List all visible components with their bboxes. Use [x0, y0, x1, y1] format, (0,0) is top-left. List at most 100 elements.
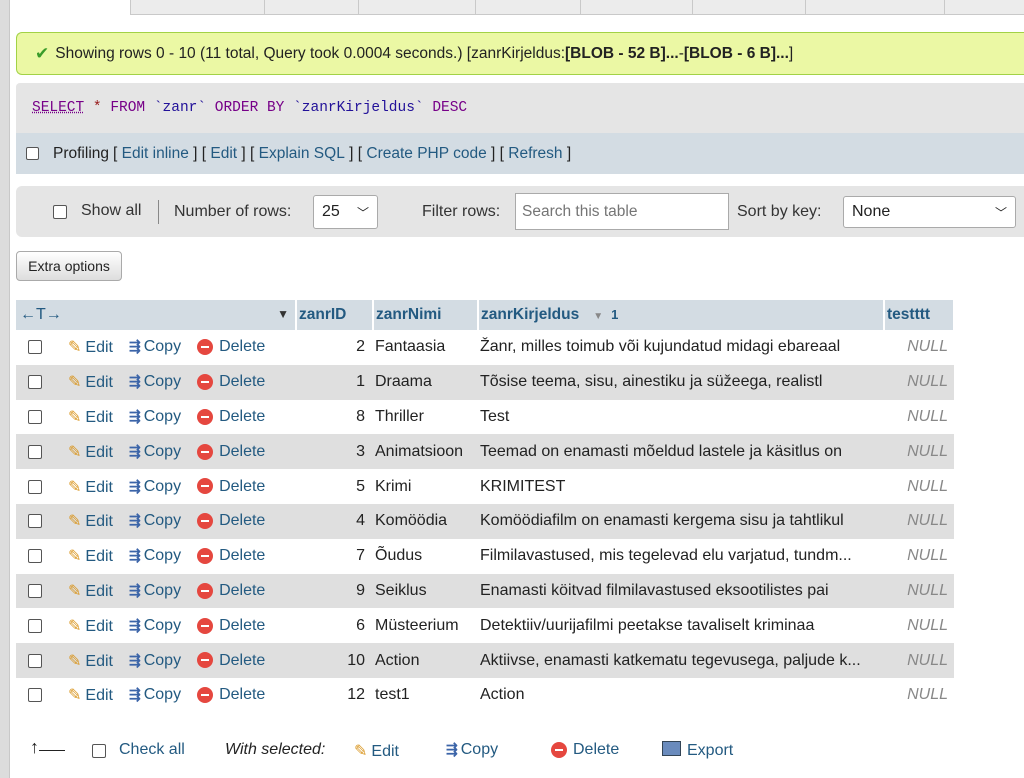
cell-testttt[interactable]: NULL — [884, 539, 954, 574]
extra-options-button[interactable]: Extra options — [16, 251, 122, 281]
cell-testttt[interactable]: NULL — [884, 608, 954, 643]
cell-zanrid[interactable]: 2 — [296, 330, 373, 365]
row-checkbox[interactable] — [28, 375, 42, 390]
header-zanrkirjeldus-link[interactable]: zanrKirjeldus — [481, 306, 579, 323]
cell-zanrkirjeldus[interactable]: Komöödiafilm on enamasti kergema sisu ja… — [478, 503, 884, 539]
cell-zanrnimi[interactable]: Müsteerium — [373, 608, 478, 643]
edit-link[interactable]: Edit — [210, 145, 237, 163]
row-edit-button[interactable]: ✎ Edit — [68, 372, 113, 392]
profiling-checkbox[interactable] — [26, 147, 39, 160]
sql-select[interactable]: SELECT — [32, 100, 84, 116]
cell-zanrkirjeldus[interactable]: Aktiivse, enamasti katkematu tegevusega,… — [478, 643, 884, 678]
cell-zanrnimi[interactable]: test1 — [373, 678, 478, 713]
check-all-checkbox[interactable] — [92, 744, 106, 758]
row-edit-button[interactable]: ✎ Edit — [68, 477, 113, 497]
table-row[interactable]: ✎ Edit ⇶ Copy Delete 7 Õudus Filmilavastused, m… — [16, 539, 954, 574]
bulk-delete-button[interactable]: Delete — [551, 741, 619, 759]
blob-link-1[interactable]: [BLOB - 52 B]... — [565, 45, 679, 63]
row-edit-button[interactable]: ✎ Edit — [68, 442, 113, 462]
row-edit-button[interactable]: ✎ Edit — [68, 407, 113, 427]
row-copy-button[interactable]: ⇶ Copy — [129, 373, 181, 391]
row-edit-button[interactable]: ✎ Edit — [68, 685, 113, 705]
row-checkbox[interactable] — [28, 688, 42, 703]
row-delete-button[interactable]: Delete — [197, 338, 265, 356]
sort-select[interactable]: None ﹀ — [843, 196, 1016, 228]
cell-testttt[interactable]: NULL — [884, 678, 954, 713]
table-row[interactable]: ✎ Edit ⇶ Copy Delete 1 Draama Tõsise teema, sis… — [16, 364, 954, 400]
explain-sql-link[interactable]: Explain SQL — [259, 145, 345, 163]
row-checkbox[interactable] — [28, 583, 42, 598]
row-edit-button[interactable]: ✎ Edit — [68, 546, 113, 566]
row-checkbox[interactable] — [28, 409, 42, 424]
table-row[interactable]: ✎ Edit ⇶ Copy Delete 6 Müsteerium Detektiiv/uur… — [16, 608, 954, 643]
check-all-link[interactable]: Check all — [119, 741, 185, 759]
header-zanrnimi[interactable]: zanrNimi — [373, 300, 479, 330]
blob-link-2[interactable]: [BLOB - 6 B]... — [684, 45, 789, 63]
cell-testttt[interactable]: NULL — [884, 434, 954, 470]
row-delete-button[interactable]: Delete — [197, 686, 265, 704]
row-delete-button[interactable]: Delete — [197, 408, 265, 426]
cell-zanrid[interactable]: 9 — [296, 573, 373, 609]
cell-zanrkirjeldus[interactable]: Enamasti köitvad filmilavastused eksooti… — [478, 573, 884, 609]
row-copy-button[interactable]: ⇶ Copy — [129, 686, 181, 704]
row-copy-button[interactable]: ⇶ Copy — [129, 443, 181, 461]
row-edit-button[interactable]: ✎ Edit — [68, 337, 113, 357]
row-delete-button[interactable]: Delete — [197, 443, 265, 461]
table-row[interactable]: ✎ Edit ⇶ Copy Delete 3 Animatsioon Teemad on en… — [16, 434, 954, 470]
refresh-link[interactable]: Refresh — [508, 145, 562, 163]
cell-zanrkirjeldus[interactable]: KRIMITEST — [478, 469, 884, 504]
header-zanrid[interactable]: zanrID — [296, 300, 374, 330]
cell-zanrnimi[interactable]: Seiklus — [373, 573, 478, 609]
cell-zanrid[interactable]: 7 — [296, 539, 373, 574]
cell-zanrid[interactable]: 1 — [296, 364, 373, 400]
row-copy-button[interactable]: ⇶ Copy — [129, 512, 181, 530]
row-checkbox[interactable] — [28, 340, 42, 355]
create-php-code-link[interactable]: Create PHP code — [366, 145, 486, 163]
cell-zanrid[interactable]: 10 — [296, 643, 373, 678]
cell-zanrkirjeldus[interactable]: Filmilavastused, mis tegelevad elu varja… — [478, 539, 884, 574]
row-copy-button[interactable]: ⇶ Copy — [129, 547, 181, 565]
cell-testttt[interactable]: NULL — [884, 469, 954, 504]
table-row[interactable]: ✎ Edit ⇶ Copy Delete 12 test1 Action NULL — [16, 678, 954, 713]
cell-zanrnimi[interactable]: Action — [373, 643, 478, 678]
row-delete-button[interactable]: Delete — [197, 512, 265, 530]
header-zanrkirjeldus[interactable]: zanrKirjeldus ▼ 1 — [478, 300, 885, 330]
table-row[interactable]: ✎ Edit ⇶ Copy Delete 8 Thriller Test NULL — [16, 400, 954, 435]
cell-testttt[interactable]: NULL — [884, 330, 954, 365]
row-checkbox[interactable] — [28, 549, 42, 564]
row-copy-button[interactable]: ⇶ Copy — [129, 338, 181, 356]
row-copy-button[interactable]: ⇶ Copy — [129, 478, 181, 496]
row-copy-button[interactable]: ⇶ Copy — [129, 582, 181, 600]
cell-zanrid[interactable]: 3 — [296, 434, 373, 470]
row-checkbox[interactable] — [28, 514, 42, 529]
cell-zanrnimi[interactable]: Fantaasia — [373, 330, 478, 365]
row-checkbox[interactable] — [28, 479, 42, 494]
move-columns-icon[interactable]: ←T→ — [20, 306, 62, 323]
row-delete-button[interactable]: Delete — [197, 478, 265, 496]
cell-zanrid[interactable]: 6 — [296, 608, 373, 643]
cell-zanrnimi[interactable]: Thriller — [373, 400, 478, 435]
cell-zanrnimi[interactable]: Krimi — [373, 469, 478, 504]
rows-select[interactable]: 25 ﹀ — [313, 195, 378, 229]
cell-zanrnimi[interactable]: Draama — [373, 364, 478, 400]
column-menu-icon[interactable]: ▼ — [277, 307, 289, 321]
filter-input[interactable]: Search this table — [515, 193, 729, 230]
header-zanrnimi-link[interactable]: zanrNimi — [376, 306, 441, 323]
table-row[interactable]: ✎ Edit ⇶ Copy Delete 4 Komöödia Komöödiafilm on… — [16, 503, 954, 539]
cell-testttt[interactable]: NULL — [884, 643, 954, 678]
sql-query-box[interactable]: SELECT * FROM `zanr` ORDER BY `zanrKirje… — [16, 83, 1024, 133]
cell-zanrid[interactable]: 5 — [296, 469, 373, 504]
cell-zanrnimi[interactable]: Komöödia — [373, 503, 478, 539]
row-delete-button[interactable]: Delete — [197, 547, 265, 565]
cell-zanrid[interactable]: 12 — [296, 678, 373, 713]
row-checkbox[interactable] — [28, 653, 42, 668]
row-delete-button[interactable]: Delete — [197, 582, 265, 600]
cell-testttt[interactable]: NULL — [884, 573, 954, 609]
table-row[interactable]: ✎ Edit ⇶ Copy Delete 5 Krimi KRIMITEST NULL — [16, 469, 954, 504]
cell-zanrid[interactable]: 8 — [296, 400, 373, 435]
table-row[interactable]: ✎ Edit ⇶ Copy Delete 9 Seiklus Enamasti köitvad… — [16, 573, 954, 609]
header-testttt-link[interactable]: testttt — [887, 306, 930, 323]
cell-zanrnimi[interactable]: Õudus — [373, 539, 478, 574]
show-all-checkbox[interactable] — [53, 205, 67, 219]
table-row[interactable]: ✎ Edit ⇶ Copy Delete 10 Action Aktiivse, enamas… — [16, 643, 954, 678]
